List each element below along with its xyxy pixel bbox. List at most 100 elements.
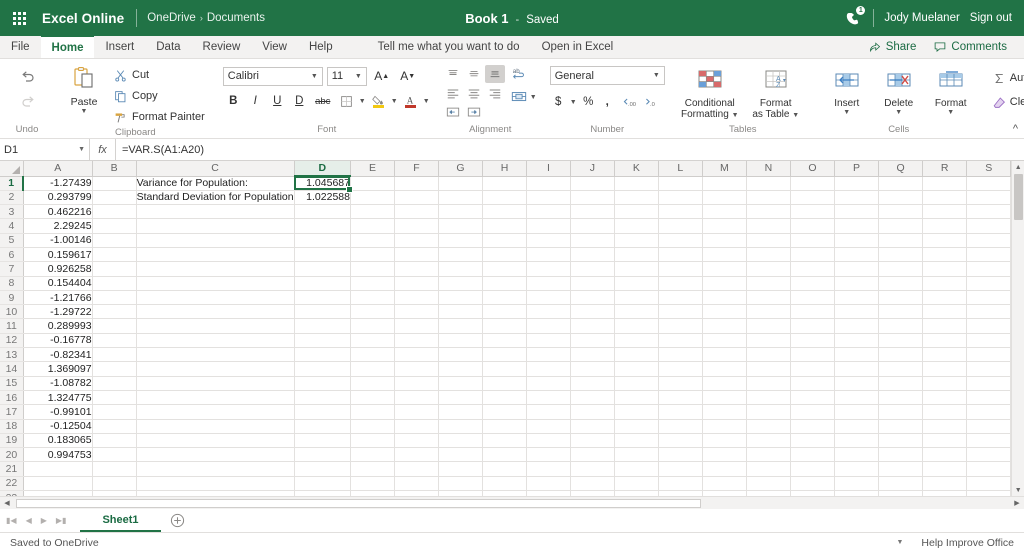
cell-A3[interactable]: 0.462216 <box>23 204 93 220</box>
cell-P16[interactable] <box>834 390 880 406</box>
cell-B18[interactable] <box>92 419 137 434</box>
cell-D16[interactable] <box>294 390 351 406</box>
cell-D13[interactable] <box>294 347 351 363</box>
cell-D22[interactable] <box>294 476 351 492</box>
cell-D23[interactable] <box>294 490 351 496</box>
cell-N9[interactable] <box>746 290 791 306</box>
column-header-Q[interactable]: Q <box>878 161 924 177</box>
cell-C21[interactable] <box>136 461 295 477</box>
cell-Q7[interactable] <box>878 261 924 277</box>
cell-A18[interactable]: -0.12504 <box>23 419 93 434</box>
cell-J10[interactable] <box>570 304 615 320</box>
cell-L5[interactable] <box>658 233 703 248</box>
column-header-H[interactable]: H <box>482 161 528 177</box>
cell-L7[interactable] <box>658 261 703 277</box>
cell-B8[interactable] <box>92 276 137 291</box>
cell-D9[interactable] <box>294 290 351 306</box>
cell-Q15[interactable] <box>878 376 924 391</box>
cell-P8[interactable] <box>834 276 880 291</box>
cell-L14[interactable] <box>658 361 703 377</box>
first-sheet-icon[interactable]: ▮◀ <box>6 516 17 525</box>
cell-J20[interactable] <box>570 447 615 463</box>
cell-D2[interactable]: 1.022588 <box>294 190 351 206</box>
cell-O7[interactable] <box>790 261 836 277</box>
cell-R23[interactable] <box>922 490 968 496</box>
select-all-corner[interactable] <box>0 161 24 177</box>
cell-A19[interactable]: 0.183065 <box>23 433 93 449</box>
cell-M16[interactable] <box>702 390 747 406</box>
cell-F20[interactable] <box>394 447 439 463</box>
cell-J21[interactable] <box>570 461 615 477</box>
cell-P21[interactable] <box>834 461 880 477</box>
cell-K17[interactable] <box>614 404 659 420</box>
cell-C19[interactable] <box>136 433 295 449</box>
percent-format-button[interactable]: % <box>580 92 597 112</box>
cell-H18[interactable] <box>482 419 528 434</box>
cell-H6[interactable] <box>482 247 528 263</box>
cell-R6[interactable] <box>922 247 968 263</box>
cell-J14[interactable] <box>570 361 615 377</box>
cell-I11[interactable] <box>526 318 571 334</box>
cell-E21[interactable] <box>350 461 395 477</box>
cell-O19[interactable] <box>790 433 836 449</box>
vertical-scrollbar[interactable]: ▲ ▼ <box>1011 161 1024 496</box>
cell-P4[interactable] <box>834 218 880 234</box>
cell-H17[interactable] <box>482 404 528 420</box>
cell-E16[interactable] <box>350 390 395 406</box>
open-in-excel-button[interactable]: Open in Excel <box>532 36 624 58</box>
cell-P2[interactable] <box>834 190 880 206</box>
cell-K2[interactable] <box>614 190 659 206</box>
cell-G16[interactable] <box>438 390 484 406</box>
cell-E18[interactable] <box>350 419 395 434</box>
cell-J1[interactable] <box>570 176 615 191</box>
cell-G8[interactable] <box>438 276 484 291</box>
paste-chevron-down-icon[interactable]: ▼ <box>81 108 88 115</box>
cell-P23[interactable] <box>834 490 880 496</box>
cell-O1[interactable] <box>790 176 836 191</box>
cell-Q22[interactable] <box>878 476 924 492</box>
cell-H14[interactable] <box>482 361 528 377</box>
cell-Q10[interactable] <box>878 304 924 320</box>
cell-O16[interactable] <box>790 390 836 406</box>
cell-M6[interactable] <box>702 247 747 263</box>
scroll-left-icon[interactable]: ◀ <box>0 499 14 507</box>
cell-M14[interactable] <box>702 361 747 377</box>
cell-Q16[interactable] <box>878 390 924 406</box>
cell-M3[interactable] <box>702 204 747 220</box>
cell-B19[interactable] <box>92 433 137 449</box>
row-header-15[interactable]: 15 <box>0 376 24 391</box>
redo-button[interactable] <box>16 91 40 113</box>
cell-G18[interactable] <box>438 419 484 434</box>
cell-M4[interactable] <box>702 218 747 234</box>
row-header-10[interactable]: 10 <box>0 304 24 320</box>
center-align-button[interactable] <box>464 84 484 102</box>
cell-E17[interactable] <box>350 404 395 420</box>
column-header-O[interactable]: O <box>790 161 836 177</box>
cell-N3[interactable] <box>746 204 791 220</box>
next-sheet-icon[interactable]: ▶ <box>41 516 47 525</box>
insert-cells-button[interactable]: Insert ▼ <box>821 64 873 116</box>
cell-D3[interactable] <box>294 204 351 220</box>
cell-F22[interactable] <box>394 476 439 492</box>
comma-format-button[interactable]: , <box>599 92 616 112</box>
cell-N20[interactable] <box>746 447 791 463</box>
column-header-F[interactable]: F <box>394 161 439 177</box>
cell-K8[interactable] <box>614 276 659 291</box>
cell-O20[interactable] <box>790 447 836 463</box>
last-sheet-icon[interactable]: ▶▮ <box>56 516 67 525</box>
cell-L12[interactable] <box>658 333 703 349</box>
cell-M22[interactable] <box>702 476 747 492</box>
cell-G13[interactable] <box>438 347 484 363</box>
cell-R13[interactable] <box>922 347 968 363</box>
row-header-14[interactable]: 14 <box>0 361 24 377</box>
shrink-font-button[interactable]: A ▼ <box>397 66 419 86</box>
cell-S15[interactable] <box>966 376 1012 391</box>
cell-M11[interactable] <box>702 318 747 334</box>
cell-G23[interactable] <box>438 490 484 496</box>
cell-C9[interactable] <box>136 290 295 306</box>
cell-B21[interactable] <box>92 461 137 477</box>
cell-Q20[interactable] <box>878 447 924 463</box>
merge-and-center-button[interactable]: ▼ <box>511 90 538 104</box>
column-header-I[interactable]: I <box>526 161 571 177</box>
cell-O2[interactable] <box>790 190 836 206</box>
